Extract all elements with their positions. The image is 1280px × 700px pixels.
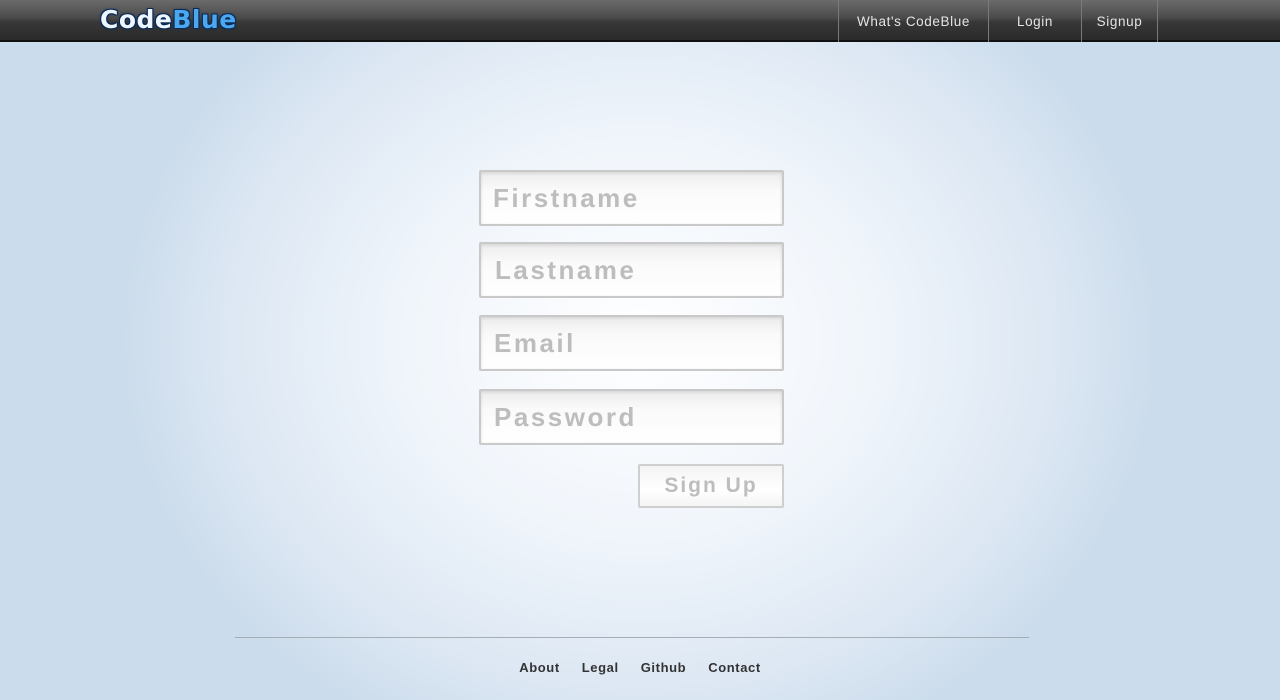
nav-signup[interactable]: Signup xyxy=(1081,0,1158,42)
firstname-input[interactable] xyxy=(479,170,784,226)
footer-divider xyxy=(235,637,1029,638)
password-input[interactable] xyxy=(479,389,784,445)
lastname-input[interactable] xyxy=(479,242,784,298)
footer-link-contact[interactable]: Contact xyxy=(708,660,761,678)
nav-login[interactable]: Login xyxy=(988,0,1081,42)
codeblue-logo[interactable]: CodeBlue xyxy=(100,4,237,36)
top-navigation-bar: CodeBlue What's CodeBlue Login Signup xyxy=(0,0,1280,42)
logo-text-code: Code xyxy=(100,5,173,34)
sign-up-button[interactable]: Sign Up xyxy=(638,464,784,508)
footer-link-about[interactable]: About xyxy=(519,660,560,678)
main-nav: What's CodeBlue Login Signup xyxy=(838,0,1158,42)
footer-links: About Legal Github Contact xyxy=(0,660,1280,678)
logo-text-blue: Blue xyxy=(172,5,237,34)
email-input[interactable] xyxy=(479,315,784,371)
footer-link-legal[interactable]: Legal xyxy=(582,660,619,678)
nav-whats-codeblue[interactable]: What's CodeBlue xyxy=(838,0,988,42)
footer-link-github[interactable]: Github xyxy=(641,660,686,678)
